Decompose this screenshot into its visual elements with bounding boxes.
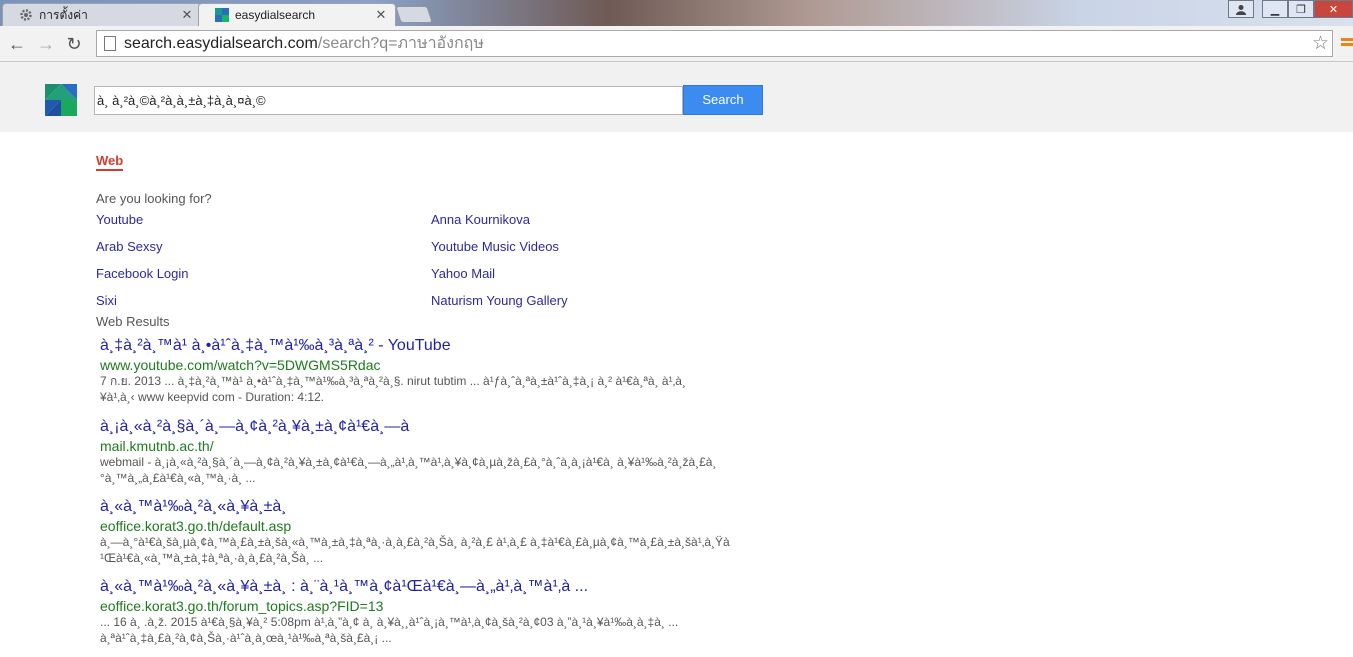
result-snippet: ¥à¹‚à¸‹ www keepvid com - Duration: 4:12… bbox=[100, 390, 325, 404]
window-close-button[interactable]: ✕ bbox=[1314, 0, 1353, 18]
result-url: eoffice.korat3.go.th/forum_topics.asp?FI… bbox=[100, 598, 384, 614]
result-snippet: ... 16 à¸ .à¸ž. 2015 à¹€à¸§à¸¥à¸² 5:08pm… bbox=[100, 615, 679, 629]
suggestion-link[interactable]: Facebook Login bbox=[96, 266, 189, 281]
result-snippet: °à¸™à¸„à¸£à¹€à¸«à¸™à¸·à¸ ... bbox=[100, 471, 256, 485]
suggestion-link[interactable]: Yahoo Mail bbox=[431, 266, 495, 281]
page-icon bbox=[104, 36, 116, 51]
bookmark-star-icon[interactable]: ☆ bbox=[1312, 32, 1329, 55]
minimize-button[interactable]: ▁ bbox=[1262, 0, 1288, 18]
new-tab-button[interactable] bbox=[395, 6, 433, 23]
search-result: à¸‡à¸²à¸™à¹ à¸•à¹ˆà¸‡à¸™à¹‰à¸³à¸ªà¸² - Y… bbox=[100, 337, 780, 405]
result-snippet: ¹Œà¹€à¸«à¸™à¸±à¸‡à¸ªà¸·à¸­à¸£à¸²à¸Šà¸ ..… bbox=[100, 551, 324, 565]
search-result: à¸¡à¸«à¸²à¸§à¸´à¸—à¸¢à¸²à¸¥à¸±à¸¢à¹€à¸—à… bbox=[100, 418, 780, 486]
search-input[interactable]: à¸ à¸²à¸©à¸²à¸­à¸±à¸‡à¸à¸¤à¸© bbox=[94, 86, 683, 115]
site-favicon-icon bbox=[215, 8, 229, 22]
maximize-button[interactable]: ❐ bbox=[1288, 0, 1314, 18]
web-results-heading: Web Results bbox=[96, 314, 170, 329]
url-host: search.easydialsearch.com bbox=[124, 34, 318, 52]
suggestion-link[interactable]: Youtube Music Videos bbox=[431, 239, 559, 254]
menu-icon[interactable] bbox=[1341, 38, 1353, 52]
url-path: /search?q=ภาษาอังกฤษ bbox=[317, 35, 484, 52]
tab-settings[interactable]: การตั้งค่า ✕ bbox=[2, 3, 202, 26]
close-tab-icon[interactable]: ✕ bbox=[373, 7, 389, 23]
result-snippet: à¸ªà¹ˆà¸‡à¸£à¸²à¸¢à¸Šà¸·à¹ˆà¸­à¸œà¸¹à¹‰à… bbox=[100, 631, 392, 645]
search-header: à¸ à¸²à¸©à¸²à¸­à¸±à¸‡à¸à¸¤à¸© Search bbox=[0, 62, 1353, 132]
gear-icon bbox=[19, 8, 33, 22]
result-snippet: webmail - à¸¡à¸«à¸²à¸§à¸´à¸—à¸¢à¸²à¸¥à¸±… bbox=[100, 455, 717, 469]
result-url: eoffice.korat3.go.th/default.asp bbox=[100, 518, 292, 534]
address-bar[interactable]: search.easydialsearch.com/search?q=ภาษาอ… bbox=[96, 30, 1333, 57]
result-title-link[interactable]: à¸«à¸™à¹‰à¸²à¸«à¸¥à¸±à¸ bbox=[100, 498, 780, 516]
close-tab-icon[interactable]: ✕ bbox=[179, 7, 195, 23]
back-icon[interactable]: ← bbox=[6, 33, 28, 55]
result-snippet: 7 ก.ย. 2013 ... à¸‡à¸²à¸™à¹ à¸•à¹ˆà¸‡à¸™… bbox=[100, 374, 686, 388]
tab-strip: การตั้งค่า ✕ easydialsearch ✕ ▁ ❐ ✕ bbox=[0, 0, 1353, 26]
suggestion-link[interactable]: Youtube bbox=[96, 212, 143, 227]
suggestion-link[interactable]: Arab Sexsy bbox=[96, 239, 162, 254]
result-title-link[interactable]: à¸‡à¸²à¸™à¹ à¸•à¹ˆà¸‡à¸™à¹‰à¸³à¸ªà¸² - Y… bbox=[100, 337, 780, 355]
suggestion-link[interactable]: Sixi bbox=[96, 293, 117, 308]
profile-icon[interactable] bbox=[1228, 0, 1254, 18]
result-title-link[interactable]: à¸¡à¸«à¸²à¸§à¸´à¸—à¸¢à¸²à¸¥à¸±à¸¢à¹€à¸—à bbox=[100, 418, 780, 436]
search-result: à¸«à¸™à¹‰à¸²à¸«à¸¥à¸±à¸ eoffice.korat3.g… bbox=[100, 498, 780, 566]
result-url: www.youtube.com/watch?v=5DWGMS5Rdac bbox=[100, 357, 381, 373]
suggestion-link[interactable]: Anna Kournikova bbox=[431, 212, 530, 227]
result-title-link[interactable]: à¸«à¸™à¹‰à¸²à¸«à¸¥à¸±à¸ : à¸¨à¸¹à¸™à¸¢à¹… bbox=[100, 578, 780, 596]
suggestions-heading: Are you looking for? bbox=[96, 191, 212, 206]
search-button[interactable]: Search bbox=[683, 85, 763, 115]
result-snippet: à¸—à¸°à¹€à¸šà¸µà¸¢à¸™à¸£à¸±à¸šà¸«à¸™à¸±à… bbox=[100, 535, 730, 549]
tab-title: easydialsearch bbox=[235, 8, 316, 22]
search-result: à¸«à¸™à¹‰à¸²à¸«à¸¥à¸±à¸ : à¸¨à¸¹à¸™à¸¢à¹… bbox=[100, 578, 780, 646]
tab-title: การตั้งค่า bbox=[39, 7, 88, 22]
forward-icon[interactable]: → bbox=[35, 33, 57, 55]
browser-toolbar: ← → ↻ search.easydialsearch.com/search?q… bbox=[0, 26, 1353, 62]
reload-icon[interactable]: ↻ bbox=[63, 33, 85, 55]
tab-easydialsearch[interactable]: easydialsearch ✕ bbox=[198, 3, 396, 26]
site-logo[interactable] bbox=[45, 84, 77, 116]
tab-web[interactable]: Web bbox=[96, 153, 124, 171]
result-url: mail.kmutnb.ac.th/ bbox=[100, 438, 214, 454]
suggestion-link[interactable]: Naturism Young Gallery bbox=[431, 293, 568, 308]
